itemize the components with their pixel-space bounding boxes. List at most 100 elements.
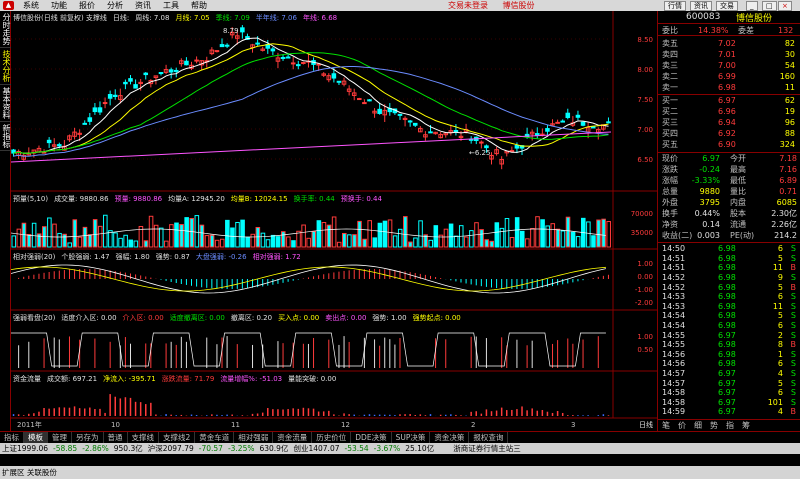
tick-volume: 6 xyxy=(777,321,783,331)
menu-item-system[interactable]: 系统 xyxy=(17,0,45,11)
candle-body xyxy=(285,56,291,59)
tick-time: 14:55 xyxy=(662,340,686,350)
chart-area[interactable]: 8.50 8.00 7.50 7.00 6.50 8.79 ←6.25 70000 35000 1… xyxy=(11,11,657,431)
tick-price: 6.98 xyxy=(718,273,736,283)
trade-login-status[interactable]: 交易未登录 xyxy=(448,1,488,10)
tick-side: S xyxy=(790,349,796,359)
tab-chips[interactable]: 筹 xyxy=(742,420,750,431)
close-icon[interactable]: × xyxy=(778,1,792,11)
menu-item-function[interactable]: 功能 xyxy=(45,0,73,11)
sidebar-tab-technical[interactable]: 技术分析 xyxy=(0,48,11,85)
toolbar-item[interactable]: SUP决策 xyxy=(392,432,431,443)
chart-canvas[interactable]: 8.50 8.00 7.50 7.00 6.50 8.79 ←6.25 70000 35000 1… xyxy=(11,11,657,431)
stat-label-2: 股本 xyxy=(730,209,746,218)
sell-row[interactable]: 卖五 7.02 82 xyxy=(658,38,800,49)
stat-label: 涨幅 xyxy=(662,176,678,185)
rel-scale-label: -2.00 xyxy=(635,299,653,307)
book-divider xyxy=(658,94,800,95)
stat-value-2: 2.30亿 xyxy=(771,209,797,218)
tab-trades[interactable]: 笔 xyxy=(662,420,670,431)
volume-bar xyxy=(87,234,93,248)
sidebar-tab-timeshare[interactable]: 分时走势 xyxy=(0,11,11,48)
moderate-entry: 适度介入区: 0.00 xyxy=(61,314,117,322)
tick-price: 6.97 xyxy=(718,330,736,340)
toolbar-item[interactable]: 支撑线 xyxy=(128,432,159,443)
buy-row[interactable]: 买二 6.96 19 xyxy=(658,106,800,117)
rel-scale-label: 0.00 xyxy=(637,273,653,281)
status-item: -3.67% xyxy=(373,444,401,453)
tick-side: B xyxy=(790,282,797,292)
candle-body xyxy=(545,128,550,132)
tick-time: 14:51 xyxy=(662,253,686,263)
main-title: 博信股份(日线 前复权) 支撑线 xyxy=(13,14,107,22)
news-button[interactable]: 资讯 xyxy=(690,1,712,11)
stock-strength: 个股强弱: 1.47 xyxy=(61,253,110,261)
candle-body xyxy=(377,108,382,114)
maximize-icon[interactable]: □ xyxy=(762,1,777,11)
toolbar-item[interactable]: 报权查询 xyxy=(469,432,509,443)
volume-bar xyxy=(301,224,306,248)
stat-value-2: 7.16 xyxy=(779,165,797,174)
tab-price[interactable]: 价 xyxy=(678,420,686,431)
flow-info-line: 资金流量 成交额: 697.21 净流入: -395.71 涨跌流量: 71.7… xyxy=(13,374,336,384)
toolbar-item[interactable]: 普通 xyxy=(104,432,128,443)
sell-row[interactable]: 卖二 6.99 160 xyxy=(658,71,800,82)
menu-item-help[interactable]: 帮助 xyxy=(185,0,213,11)
buy-row[interactable]: 买三 6.94 96 xyxy=(658,117,800,128)
toolbar-item[interactable]: 另存为 xyxy=(72,432,104,443)
tick-side: S xyxy=(790,301,796,311)
volume-bar xyxy=(153,224,159,248)
toolbar-item[interactable]: 相对强弱 xyxy=(234,432,274,443)
weicha-value: 132 xyxy=(778,25,794,35)
menu-item-news[interactable]: 资讯 xyxy=(129,0,157,11)
sell-row[interactable]: 卖一 6.98 11 xyxy=(658,82,800,93)
buy-row[interactable]: 买一 6.97 62 xyxy=(658,95,800,106)
stat-value-2: 2.26亿 xyxy=(771,220,797,229)
sidebar-tab-new-indicator[interactable]: 新指标 xyxy=(0,122,11,151)
menu-item-quote[interactable]: 报价 xyxy=(73,0,101,11)
trade-button[interactable]: 交易 xyxy=(716,1,738,11)
candle-body xyxy=(580,121,586,126)
toolbar-item[interactable]: 黄金车道 xyxy=(195,432,235,443)
buy-row[interactable]: 买五 6.90 324 xyxy=(658,139,800,150)
stat-value-2: 214.2 xyxy=(774,231,797,240)
price-scale-label: 6.50 xyxy=(637,156,653,164)
buy-row[interactable]: 买四 6.92 88 xyxy=(658,128,800,139)
toolbar-item[interactable]: 管理 xyxy=(48,432,72,443)
menu-item-tools[interactable]: 工具 xyxy=(157,0,185,11)
buy-point: 买入点: 0.00 xyxy=(278,314,320,322)
moderate-exit: 适度撤离区: 0.00 xyxy=(169,314,225,322)
rel-scale-label: -1.00 xyxy=(635,286,653,294)
volume-bar xyxy=(296,230,301,248)
tab-index[interactable]: 指 xyxy=(726,420,734,431)
toolbar-item[interactable]: 支撑线2 xyxy=(159,432,196,443)
tick-volume: 5 xyxy=(777,378,783,388)
candle-body xyxy=(367,99,372,102)
toolbar-item[interactable]: 指标 xyxy=(0,432,24,443)
tab-trend[interactable]: 势 xyxy=(710,420,718,431)
extension-bar[interactable]: 扩展区 关联股份 xyxy=(0,466,800,479)
status-item: 上证1999.06 xyxy=(2,444,49,453)
menu-item-analysis[interactable]: 分析 xyxy=(101,0,129,11)
flow-growth: 流量增幅%: -51.03 xyxy=(220,375,283,383)
updown-flow: 涨跌流量: 71.79 xyxy=(161,375,215,383)
sell-row[interactable]: 卖四 7.01 30 xyxy=(658,49,800,60)
candle-body xyxy=(57,144,62,147)
sell-row[interactable]: 卖三 7.00 54 xyxy=(658,60,800,71)
toolbar-item[interactable]: DDE决策 xyxy=(351,432,392,443)
toolbar-item[interactable]: 历史价位 xyxy=(312,432,352,443)
volume-bar xyxy=(11,235,17,248)
toolbar-item[interactable]: 模板 xyxy=(24,432,48,443)
minimize-icon[interactable]: _ xyxy=(746,1,758,11)
quote-button[interactable]: 行情 xyxy=(664,1,686,11)
candle-body xyxy=(362,102,367,105)
volume-bar xyxy=(596,219,601,248)
tick-volume: 2 xyxy=(777,330,783,340)
sidebar-tab-fundamental[interactable]: 基本资料 xyxy=(0,85,11,122)
toolbar-item[interactable]: 资金流量 xyxy=(273,432,313,443)
toolbar-item[interactable]: 资金决策 xyxy=(430,432,470,443)
volume-bar xyxy=(519,230,525,248)
stat-row: 现价 6.97 今开 7.18 xyxy=(658,153,800,164)
tab-detail[interactable]: 细 xyxy=(694,420,702,431)
volume-bar xyxy=(494,222,500,248)
